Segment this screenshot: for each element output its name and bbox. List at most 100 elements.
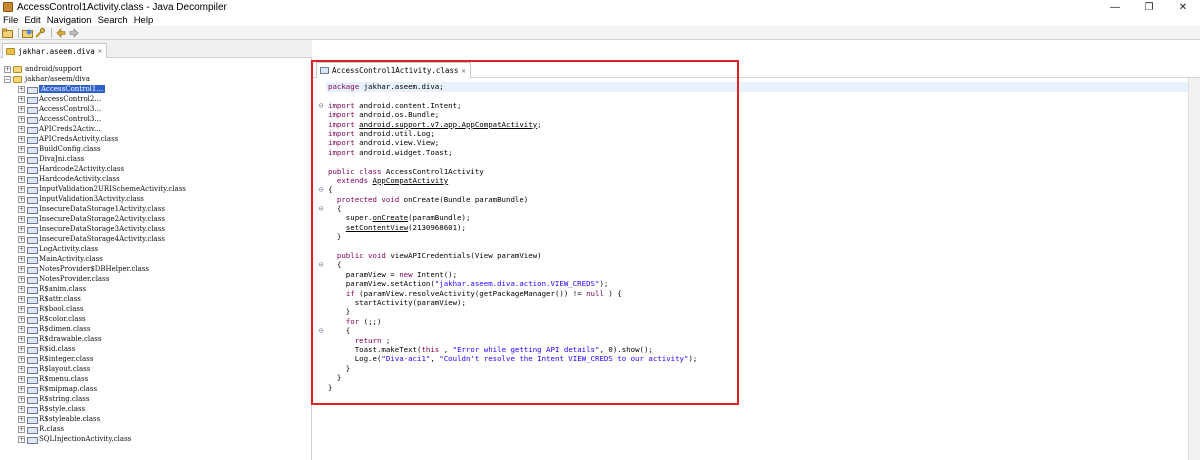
tree-package-item[interactable]: − jakhar/aseem/diva: [0, 74, 312, 84]
expand-icon[interactable]: +: [18, 135, 25, 143]
tree-class-item[interactable]: + NotesProvider$DBHelper.class: [0, 264, 312, 274]
tree-class-item[interactable]: + APICredsActivity.class: [0, 134, 312, 144]
fold-icon[interactable]: ⊖: [316, 185, 326, 194]
tree-class-item[interactable]: + APICreds2Activ...: [0, 124, 312, 134]
tree-package-item[interactable]: + android/support: [0, 64, 312, 74]
tree-class-item[interactable]: + InsecureDataStorage1Activity.class: [0, 204, 312, 214]
tab-jar-file[interactable]: jakhar.aseem.diva ✕: [2, 43, 107, 58]
code-link[interactable]: setContentView: [346, 223, 408, 232]
expand-icon[interactable]: +: [18, 225, 25, 233]
expand-icon[interactable]: +: [18, 215, 25, 223]
fold-icon[interactable]: ⊖: [316, 326, 326, 335]
tree-class-item[interactable]: + NotesProvider.class: [0, 274, 312, 284]
tree-class-item[interactable]: + Hardcode2Activity.class: [0, 164, 312, 174]
expand-icon[interactable]: +: [18, 205, 25, 213]
close-button[interactable]: ✕: [1166, 0, 1200, 14]
fold-icon[interactable]: ⊖: [316, 260, 326, 269]
tree-class-item[interactable]: + InputValidation2URISchemeActivity.class: [0, 184, 312, 194]
tree-class-item[interactable]: + AccessControl1...: [0, 84, 312, 94]
tree-class-item[interactable]: + InputValidation3Activity.class: [0, 194, 312, 204]
menu-search[interactable]: Search: [95, 15, 131, 26]
expand-icon[interactable]: +: [18, 115, 25, 123]
expand-icon[interactable]: +: [18, 355, 25, 363]
tree-class-item[interactable]: + R$attr.class: [0, 294, 312, 304]
tree-class-item[interactable]: + DivaJni.class: [0, 154, 312, 164]
tree-class-item[interactable]: + AccessControl2...: [0, 94, 312, 104]
close-tab-icon[interactable]: ✕: [98, 47, 102, 55]
tree-class-item[interactable]: + R$menu.class: [0, 374, 312, 384]
expand-icon[interactable]: +: [18, 195, 25, 203]
open-type-icon[interactable]: [22, 27, 33, 38]
close-tab-icon[interactable]: ✕: [461, 67, 465, 75]
menu-navigation[interactable]: Navigation: [44, 15, 95, 26]
expand-icon[interactable]: +: [18, 165, 25, 173]
tree-class-item[interactable]: + R$dimen.class: [0, 324, 312, 334]
expand-icon[interactable]: +: [18, 145, 25, 153]
expand-icon[interactable]: +: [18, 275, 25, 283]
tree-class-item[interactable]: + InsecureDataStorage3Activity.class: [0, 224, 312, 234]
tree-class-item[interactable]: + R$mipmap.class: [0, 384, 312, 394]
expand-icon[interactable]: +: [18, 295, 25, 303]
tree-class-item[interactable]: + SQLInjectionActivity.class: [0, 434, 312, 444]
expand-icon[interactable]: +: [18, 375, 25, 383]
expand-icon[interactable]: +: [18, 285, 25, 293]
tree-class-item[interactable]: + AccessControl3...: [0, 104, 312, 114]
code-link[interactable]: AppCompatActivity: [373, 176, 449, 185]
expand-icon[interactable]: +: [18, 255, 25, 263]
tree-class-item[interactable]: + R$drawable.class: [0, 334, 312, 344]
minimize-button[interactable]: —: [1098, 0, 1132, 14]
expand-icon[interactable]: +: [18, 415, 25, 423]
expand-icon[interactable]: +: [4, 65, 11, 73]
collapse-icon[interactable]: −: [4, 75, 11, 83]
expand-icon[interactable]: +: [18, 335, 25, 343]
expand-icon[interactable]: +: [18, 125, 25, 133]
expand-icon[interactable]: +: [18, 435, 25, 443]
back-icon[interactable]: [55, 27, 66, 38]
expand-icon[interactable]: +: [18, 345, 25, 353]
expand-icon[interactable]: +: [18, 105, 25, 113]
tree-class-item[interactable]: + AccessControl3...: [0, 114, 312, 124]
tree-class-item[interactable]: + R$id.class: [0, 344, 312, 354]
tree-class-item[interactable]: + R$color.class: [0, 314, 312, 324]
tree-class-item[interactable]: + MainActivity.class: [0, 254, 312, 264]
expand-icon[interactable]: +: [18, 265, 25, 273]
expand-icon[interactable]: +: [18, 155, 25, 163]
code-link[interactable]: onCreate: [373, 213, 409, 222]
tree-class-item[interactable]: + BuildConfig.class: [0, 144, 312, 154]
expand-icon[interactable]: +: [18, 315, 25, 323]
expand-icon[interactable]: +: [18, 235, 25, 243]
menu-file[interactable]: File: [0, 15, 21, 26]
tree-class-item[interactable]: + InsecureDataStorage2Activity.class: [0, 214, 312, 224]
fold-icon[interactable]: ⊖: [316, 101, 326, 110]
expand-icon[interactable]: +: [18, 85, 25, 93]
tree-class-item[interactable]: + R$string.class: [0, 394, 312, 404]
tree-class-item[interactable]: + HardcodeActivity.class: [0, 174, 312, 184]
expand-icon[interactable]: +: [18, 325, 25, 333]
menu-edit[interactable]: Edit: [21, 15, 43, 26]
search-icon[interactable]: [35, 27, 46, 38]
menu-help[interactable]: Help: [131, 15, 157, 26]
open-file-icon[interactable]: [2, 27, 13, 38]
tree-class-item[interactable]: + R$style.class: [0, 404, 312, 414]
expand-icon[interactable]: +: [18, 175, 25, 183]
expand-icon[interactable]: +: [18, 405, 25, 413]
tree-class-item[interactable]: + R$anim.class: [0, 284, 312, 294]
expand-icon[interactable]: +: [18, 425, 25, 433]
expand-icon[interactable]: +: [18, 245, 25, 253]
tree-class-item[interactable]: + R$styleable.class: [0, 414, 312, 424]
expand-icon[interactable]: +: [18, 365, 25, 373]
code-link[interactable]: android.support.v7.app.AppCompatActivity: [359, 120, 537, 129]
expand-icon[interactable]: +: [18, 185, 25, 193]
source-code-editor[interactable]: package jakhar.aseem.diva; ⊖ import androi…: [312, 79, 1188, 460]
expand-icon[interactable]: +: [18, 305, 25, 313]
forward-icon[interactable]: [68, 27, 79, 38]
tree-class-item[interactable]: + InsecureDataStorage4Activity.class: [0, 234, 312, 244]
vertical-scrollbar[interactable]: [1188, 78, 1200, 460]
fold-icon[interactable]: ⊖: [316, 204, 326, 213]
tree-class-item[interactable]: + R$bool.class: [0, 304, 312, 314]
expand-icon[interactable]: +: [18, 385, 25, 393]
expand-icon[interactable]: +: [18, 395, 25, 403]
expand-icon[interactable]: +: [18, 95, 25, 103]
tree-class-item[interactable]: + R$layout.class: [0, 364, 312, 374]
maximize-button[interactable]: ❐: [1132, 0, 1166, 14]
